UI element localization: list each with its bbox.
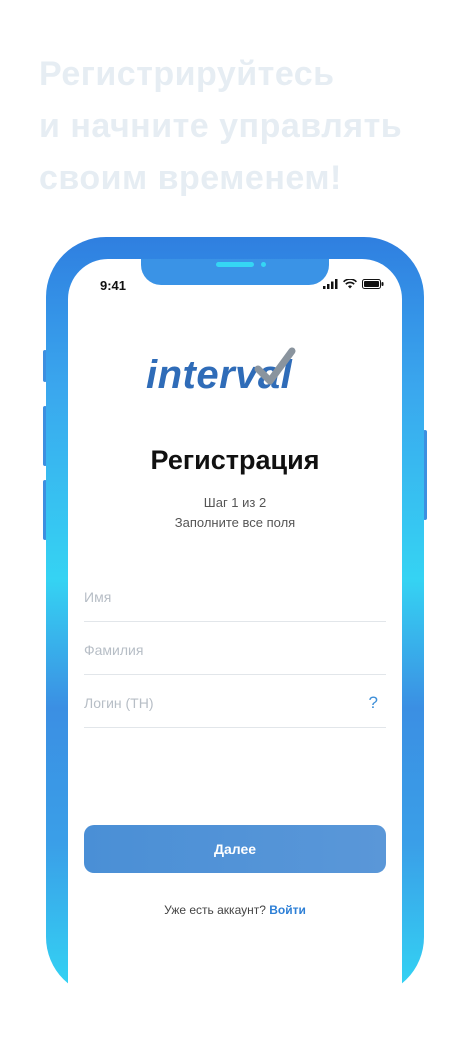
headline-line-1: Регистрируйтесь [39,55,335,93]
help-icon[interactable]: ? [369,693,378,713]
phone-screen: 9:41 interval Регистрация Шаг 1 из 2 Зап… [68,259,402,1037]
phone-notch [141,259,329,285]
form-hint: Заполните все поля [174,515,296,530]
camera-dot [261,262,266,267]
phone-frame: 9:41 interval Регистрация Шаг 1 из 2 Зап… [46,237,424,1037]
next-button[interactable]: Далее [84,825,386,873]
checkmark-icon [254,347,296,385]
signal-icon [323,279,338,289]
step-indicator: Шаг 1 из 2 [203,495,267,510]
have-account-text: Уже есть аккаунт? [164,903,266,917]
headline-line-3: своим временем! [39,159,342,197]
battery-icon [362,279,384,289]
page-title: Регистрация [150,445,320,475]
speaker-grill [216,262,254,267]
login-field[interactable]: Логин (ТН) ? [84,675,386,728]
last-name-field[interactable]: Фамилия [84,622,386,675]
login-link[interactable]: Войти [269,903,306,917]
first-name-field[interactable]: Имя [84,569,386,622]
first-name-placeholder: Имя [84,589,112,605]
login-prompt: Уже есть аккаунт? Войти [68,903,402,917]
status-time: 9:41 [100,278,127,293]
promo-headline: Регистрируйтесь и начните управлять свои… [39,48,459,204]
wifi-icon [343,279,357,289]
login-placeholder: Логин (ТН) [84,695,154,711]
app-logo: interval [146,347,328,403]
status-icons [323,279,384,289]
headline-line-2: и начните управлять [39,107,403,145]
last-name-placeholder: Фамилия [84,642,144,658]
